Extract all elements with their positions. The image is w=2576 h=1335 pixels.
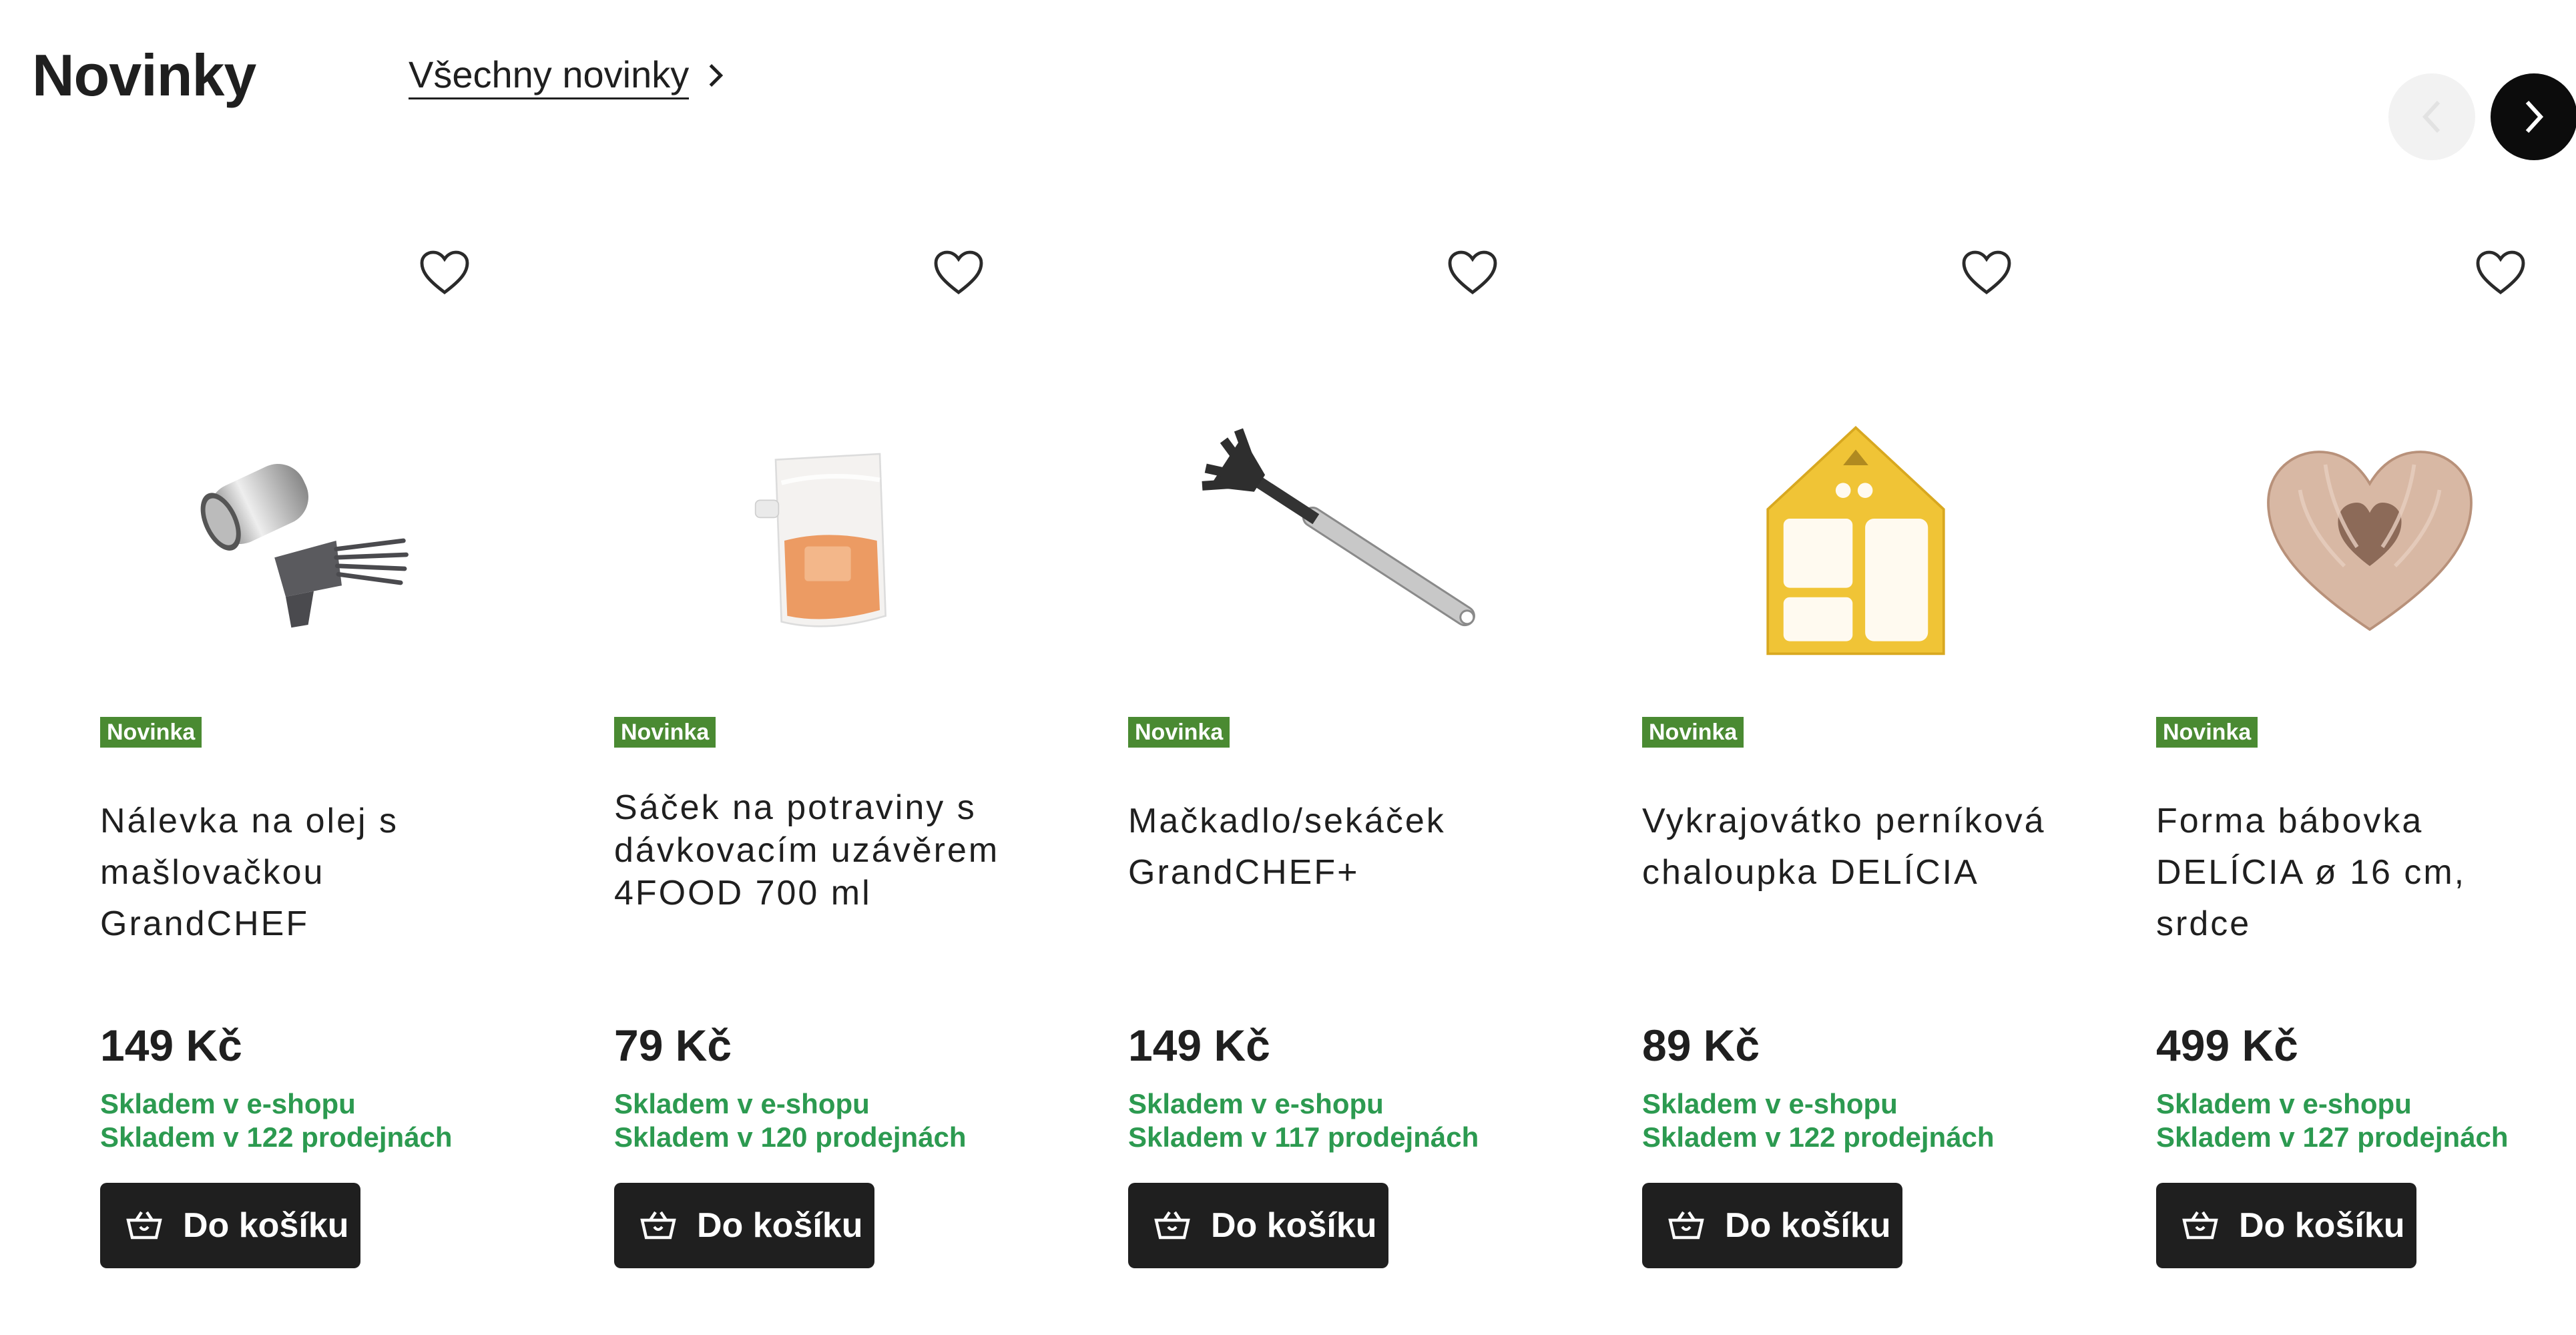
- product-price: 499 Kč: [2156, 1021, 2298, 1070]
- gingerbread-house-cutter-image: [1766, 426, 1945, 655]
- product-card: Novinka Nálevka na olej s mašlovačkou Gr…: [100, 227, 567, 1295]
- basket-icon: [126, 1211, 162, 1240]
- heart-icon[interactable]: [2474, 248, 2527, 296]
- all-new-products-label: Všechny novinky: [409, 56, 690, 99]
- stock-eshop: Skladem v e-shopu: [614, 1088, 870, 1119]
- masher-image: [1202, 428, 1475, 627]
- stock-eshop: Skladem v e-shopu: [1128, 1088, 1384, 1119]
- product-card: Novinka Sáček na potraviny s dávkovacím …: [614, 227, 1081, 1295]
- stock-stores[interactable]: Skladem v 120 prodejnách: [614, 1121, 967, 1153]
- add-to-cart-label: Do košíku: [2239, 1206, 2405, 1245]
- heart-icon[interactable]: [418, 248, 471, 296]
- basket-icon: [640, 1211, 676, 1240]
- heart-icon[interactable]: [932, 248, 985, 296]
- product-card: Novinka Mačkadlo/sekáček GrandCHEF+ 149 …: [1128, 227, 1595, 1295]
- chevron-right-icon: [709, 63, 724, 87]
- product-price: 79 Kč: [614, 1021, 732, 1070]
- product-price: 89 Kč: [1642, 1021, 1760, 1070]
- new-badge: Novinka: [614, 717, 716, 748]
- new-products-section: Novinky Všechny novinky Novinka Nálevka …: [0, 0, 2576, 1335]
- stock-eshop: Skladem v e-shopu: [1642, 1088, 1898, 1119]
- new-badge: Novinka: [1128, 717, 1230, 748]
- product-image[interactable]: [140, 307, 487, 774]
- food-pouch-image: [754, 453, 887, 627]
- add-to-cart-button[interactable]: Do košíku: [1128, 1183, 1388, 1268]
- product-name[interactable]: Nálevka na olej s mašlovačkou GrandCHEF: [100, 796, 514, 950]
- product-image[interactable]: [1168, 307, 1515, 774]
- product-image[interactable]: [2196, 307, 2543, 774]
- product-image[interactable]: [654, 307, 1001, 774]
- stock-eshop: Skladem v e-shopu: [2156, 1088, 2412, 1119]
- product-card: Novinka Vykrajovátko perníková chaloupka…: [1642, 227, 2109, 1295]
- all-new-products-link[interactable]: Všechny novinky: [409, 56, 725, 99]
- basket-icon: [1668, 1211, 1704, 1240]
- chevron-right-icon: [2525, 100, 2544, 134]
- product-price: 149 Kč: [1128, 1021, 1270, 1070]
- new-badge: Novinka: [1642, 717, 1744, 748]
- add-to-cart-label: Do košíku: [183, 1206, 349, 1245]
- stock-stores[interactable]: Skladem v 122 prodejnách: [1642, 1121, 1995, 1153]
- new-badge: Novinka: [100, 717, 202, 748]
- heart-bundt-pan-image: [2267, 451, 2473, 631]
- heart-icon[interactable]: [1960, 248, 2013, 296]
- basket-icon: [1154, 1211, 1190, 1240]
- add-to-cart-button[interactable]: Do košíku: [614, 1183, 874, 1268]
- add-to-cart-button[interactable]: Do košíku: [2156, 1183, 2416, 1268]
- product-card: Novinka Forma bábovka DELÍCIA ø 16 cm, s…: [2156, 227, 2576, 1295]
- new-badge: Novinka: [2156, 717, 2258, 748]
- product-name[interactable]: Sáček na potraviny s dávkovacím uzávěrem…: [614, 786, 1028, 914]
- oil-funnel-brush-image: [200, 464, 409, 628]
- add-to-cart-label: Do košíku: [1725, 1206, 1891, 1245]
- stock-stores[interactable]: Skladem v 122 prodejnách: [100, 1121, 453, 1153]
- heart-icon[interactable]: [1446, 248, 1499, 296]
- basket-icon: [2182, 1211, 2218, 1240]
- product-name[interactable]: Mačkadlo/sekáček GrandCHEF+: [1128, 796, 1542, 898]
- chevron-left-icon: [2422, 100, 2440, 134]
- product-name[interactable]: Vykrajovátko perníková chaloupka DELÍCIA: [1642, 796, 2056, 898]
- stock-stores[interactable]: Skladem v 127 prodejnách: [2156, 1121, 2509, 1153]
- add-to-cart-button[interactable]: Do košíku: [100, 1183, 360, 1268]
- carousel-next-button[interactable]: [2491, 73, 2576, 160]
- product-name[interactable]: Forma bábovka DELÍCIA ø 16 cm, srdce: [2156, 796, 2570, 950]
- add-to-cart-button[interactable]: Do košíku: [1642, 1183, 1902, 1268]
- add-to-cart-label: Do košíku: [1211, 1206, 1377, 1245]
- product-image[interactable]: [1682, 307, 2029, 774]
- product-price: 149 Kč: [100, 1021, 242, 1070]
- add-to-cart-label: Do košíku: [697, 1206, 863, 1245]
- carousel-prev-button[interactable]: [2388, 73, 2475, 160]
- stock-eshop: Skladem v e-shopu: [100, 1088, 356, 1119]
- section-title: Novinky: [32, 42, 256, 108]
- stock-stores[interactable]: Skladem v 117 prodejnách: [1128, 1121, 1479, 1153]
